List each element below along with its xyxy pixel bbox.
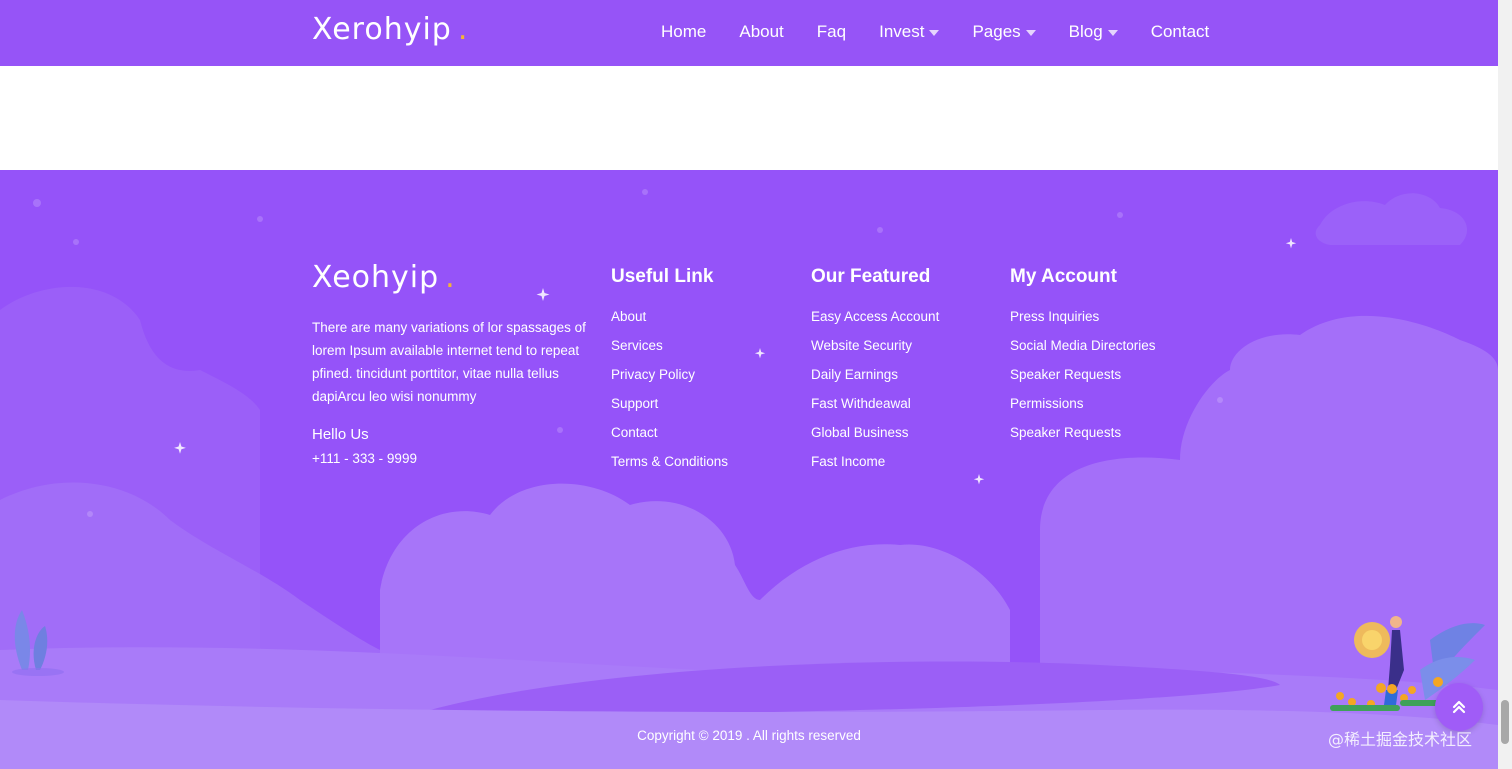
footer-column-my-account: My Account Press Inquiries Social Media D… (1010, 266, 1156, 453)
vertical-scrollbar[interactable] (1498, 0, 1512, 769)
footer-link[interactable]: Speaker Requests (1010, 424, 1156, 453)
nav-item-label: Invest (879, 22, 925, 41)
footer-link[interactable]: Speaker Requests (1010, 366, 1156, 395)
footer-link[interactable]: Privacy Policy (611, 366, 728, 395)
footer-logo-dot: . (445, 260, 456, 295)
footer-link[interactable]: Fast Income (811, 453, 939, 482)
footer-link[interactable]: Terms & Conditions (611, 453, 728, 482)
footer-about-text: There are many variations of lor spassag… (312, 320, 586, 404)
footer-link-list: Press Inquiries Social Media Directories S… (1010, 308, 1156, 453)
back-to-top-button[interactable] (1435, 683, 1483, 731)
footer-logo[interactable]: Xeohyip. (312, 260, 456, 295)
nav-item-blog[interactable]: Blog (1069, 22, 1118, 42)
footer-link[interactable]: Fast Withdeawal (811, 395, 939, 424)
footer-link[interactable]: Services (611, 337, 728, 366)
nav-item-invest[interactable]: Invest (879, 22, 940, 42)
footer-column-title: My Account (1010, 266, 1117, 287)
site-footer: Xeohyip. There are many variations of lo… (0, 170, 1498, 769)
nav-item-label: About (739, 22, 784, 41)
brand-logo[interactable]: Xerohyip. (312, 12, 468, 47)
footer-logo-name: Xeohyip (312, 260, 440, 295)
caret-down-icon (1107, 30, 1118, 36)
footer-link[interactable]: Support (611, 395, 728, 424)
footer-link[interactable]: Press Inquiries (1010, 308, 1156, 337)
scrollbar-thumb[interactable] (1501, 700, 1509, 744)
copyright-text: Copyright © 2019 . All rights reserved (637, 728, 861, 743)
nav-item-pages[interactable]: Pages (972, 22, 1036, 42)
footer-column-title: Useful Link (611, 266, 714, 287)
footer-link[interactable]: Social Media Directories (1010, 337, 1156, 366)
nav-item-label: Contact (1150, 22, 1210, 41)
footer-phone-number[interactable]: +111 - 333 - 9999 (312, 451, 417, 466)
footer-column-useful-link: Useful Link About Services Privacy Policy S… (611, 266, 728, 482)
nav-item-home[interactable]: Home (661, 22, 706, 42)
nav-item-label: Pages (972, 22, 1021, 41)
nav-item-faq[interactable]: Faq (817, 22, 846, 42)
top-navbar: Xerohyip. Home About Faq Invest Pages Blog Con… (0, 0, 1498, 66)
footer-link-list: About Services Privacy Policy Support Contac… (611, 308, 728, 482)
nav-item-label: Home (661, 22, 707, 41)
footer-contact-heading: Hello Us (312, 426, 369, 443)
footer-link[interactable]: Global Business (811, 424, 939, 453)
nav-item-label: Blog (1068, 22, 1103, 41)
footer-link[interactable]: About (611, 308, 728, 337)
footer-link[interactable]: Contact (611, 424, 728, 453)
footer-link[interactable]: Website Security (811, 337, 939, 366)
footer-link-list: Easy Access Account Website Security Daily… (811, 308, 939, 482)
caret-down-icon (929, 30, 940, 36)
footer-link[interactable]: Easy Access Account (811, 308, 939, 337)
nav-item-contact[interactable]: Contact (1151, 22, 1210, 42)
nav-menu: Home About Faq Invest Pages Blog Contact (661, 22, 1242, 42)
caret-down-icon (1025, 30, 1036, 36)
watermark-text: @稀土掘金技术社区 (1328, 730, 1473, 749)
double-chevron-up-icon (1452, 700, 1466, 714)
footer-background-illustration (0, 189, 1498, 769)
nav-item-label: Faq (816, 22, 847, 41)
footer-link[interactable]: Permissions (1010, 395, 1156, 424)
footer-link[interactable]: Daily Earnings (811, 366, 939, 395)
footer-column-our-featured: Our Featured Easy Access Account Website … (811, 266, 939, 482)
brand-dot: . (457, 12, 469, 47)
brand-name: Xerohyip (312, 12, 452, 47)
nav-item-about[interactable]: About (739, 22, 783, 42)
footer-column-title: Our Featured (811, 266, 931, 287)
